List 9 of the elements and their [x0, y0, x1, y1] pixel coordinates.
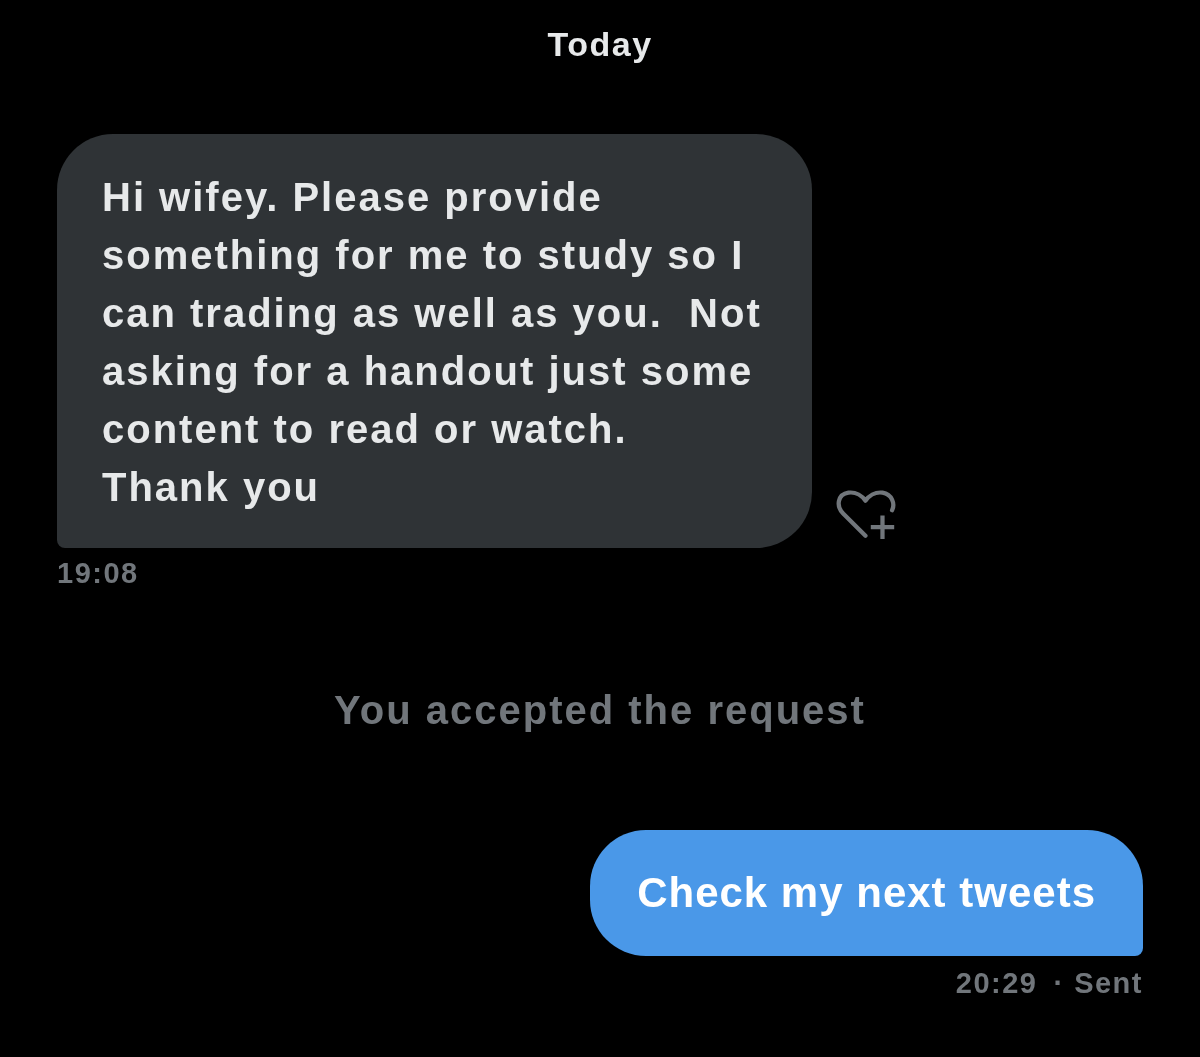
date-divider: Today — [546, 24, 654, 64]
system-notice: You accepted the request — [333, 688, 867, 732]
message-bubble: Check my next tweets — [590, 830, 1143, 956]
timestamp: 20:29 — [955, 966, 1038, 1000]
heart-plus-icon — [836, 490, 896, 540]
delivery-status: · Sent — [1053, 966, 1143, 1000]
timestamp: 19:08 — [57, 556, 139, 590]
react-button[interactable] — [836, 490, 896, 540]
message-bubble: Hi wifey. Please provide something for me to study so I can trading as well as you. Not asking for a handout just some content to read or watch. Thank you — [57, 134, 812, 548]
